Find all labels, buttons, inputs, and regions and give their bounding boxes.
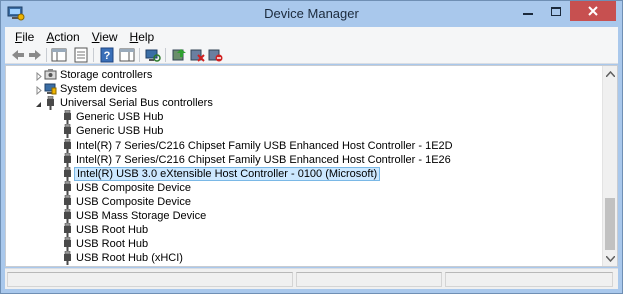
tree-item-label: Intel(R) 7 Series/C216 Chipset Family US…: [76, 139, 453, 152]
tree-device-row[interactable]: Intel(R) 7 Series/C216 Chipset Family US…: [6, 152, 602, 167]
tree-item-label: USB Mass Storage Device: [76, 210, 207, 222]
uninstall-device-icon[interactable]: [189, 47, 205, 63]
disable-device-icon[interactable]: [207, 47, 223, 63]
usb-icon: [61, 166, 74, 181]
device-tree-pane[interactable]: Storage controllers System devices Univers…: [5, 65, 618, 267]
expand-triangle-icon[interactable]: [34, 70, 43, 82]
tree-item-label: USB Composite Device: [76, 195, 191, 208]
expand-triangle-icon[interactable]: [34, 84, 43, 96]
tree-item-label: Generic USB Hub: [76, 111, 164, 124]
scroll-up-button[interactable]: [603, 66, 617, 81]
menu-action[interactable]: Action: [40, 30, 85, 44]
storage-controller-icon: [44, 68, 57, 82]
menu-file-label: ile: [22, 29, 35, 44]
usb-icon: [61, 194, 74, 209]
chevron-down-icon: [606, 255, 615, 262]
minimize-icon: [523, 13, 533, 15]
tree-item-label: USB Root Hub (xHCI): [76, 252, 183, 265]
usb-icon: [61, 222, 74, 238]
menu-help-accelerator: H: [129, 29, 139, 44]
menu-help[interactable]: Help: [124, 30, 161, 44]
status-section: [445, 272, 613, 287]
menu-file[interactable]: File: [9, 30, 40, 44]
svg-text:?: ?: [104, 50, 111, 62]
tree-device-row[interactable]: USB Composite Device: [6, 194, 602, 209]
scroll-down-button[interactable]: [603, 251, 617, 266]
tree-device-row[interactable]: Generic USB Hub: [6, 124, 602, 139]
maximize-button[interactable]: [542, 1, 570, 21]
menu-action-label: ction: [54, 29, 80, 44]
usb-icon: [61, 124, 74, 139]
menu-help-label: elp: [138, 29, 155, 44]
usb-icon: [61, 236, 74, 252]
minimize-button[interactable]: [514, 1, 542, 21]
tree-device-row[interactable]: Generic USB Hub: [6, 109, 602, 125]
menu-view-accelerator: V: [91, 29, 100, 44]
status-section: [7, 272, 293, 287]
tree-item-label: USB Root Hub: [76, 224, 149, 237]
tree-device-row[interactable]: Intel(R) USB 3.0 eXtensible Host Control…: [6, 166, 602, 181]
close-icon: [588, 6, 598, 16]
tree-device-row[interactable]: USB Root Hub (xHCI): [6, 250, 602, 266]
tree-category-row[interactable]: Storage controllers: [6, 68, 602, 82]
usb-icon: [61, 250, 74, 266]
tree-item-label: Generic USB Hub: [76, 125, 164, 138]
show-hide-console-tree-icon[interactable]: [51, 47, 67, 63]
menu-view[interactable]: View: [86, 30, 124, 44]
scan-hardware-changes-icon[interactable]: [145, 47, 161, 63]
tree-device-row[interactable]: USB Mass Storage Device: [6, 208, 602, 223]
tree-item-label: Intel(R) 7 Series/C216 Chipset Family US…: [76, 153, 451, 166]
usb-icon: [61, 138, 74, 153]
status-section: [296, 272, 442, 287]
usb-icon: [61, 152, 74, 167]
toolbar-separator: [139, 48, 140, 62]
tree-device-row[interactable]: USB Root Hub: [6, 236, 602, 252]
update-driver-icon[interactable]: [171, 47, 187, 63]
vertical-scrollbar[interactable]: [602, 66, 617, 266]
menu-view-label: iew: [99, 29, 118, 44]
tree-item-label: System devices: [60, 83, 138, 96]
scrollbar-thumb[interactable]: [605, 198, 615, 250]
usb-icon: [61, 208, 74, 223]
device-manager-window: Device Manager File Action View Help ? S…: [0, 0, 623, 294]
tree-category-row[interactable]: Universal Serial Bus controllers: [6, 95, 602, 111]
maximize-icon: [551, 6, 561, 16]
close-button[interactable]: [570, 1, 616, 21]
system-devices-icon: [44, 82, 57, 96]
toolbar-separator: [46, 48, 47, 62]
menu-bar: File Action View Help: [5, 27, 618, 46]
status-bar: [5, 268, 618, 289]
usb-icon: [44, 95, 57, 111]
toolbar: ?: [5, 46, 618, 64]
tree-item-label: Universal Serial Bus controllers: [60, 97, 213, 110]
chevron-up-icon: [606, 70, 615, 77]
tree-category-row[interactable]: System devices: [6, 82, 602, 96]
usb-icon: [61, 180, 74, 195]
tree-item-label: Intel(R) USB 3.0 eXtensible Host Control…: [74, 166, 381, 181]
toolbar-separator: [93, 48, 94, 62]
usb-icon: [61, 109, 74, 125]
show-hide-action-pane-icon[interactable]: [119, 47, 135, 63]
device-tree: Storage controllers System devices Univers…: [6, 66, 602, 266]
properties-icon[interactable]: [73, 47, 89, 63]
back-arrow-icon[interactable]: [10, 47, 26, 63]
help-icon[interactable]: ?: [99, 47, 115, 63]
tree-item-label: Storage controllers: [60, 69, 153, 81]
tree-item-label: USB Composite Device: [76, 181, 191, 194]
tree-device-row[interactable]: Intel(R) 7 Series/C216 Chipset Family US…: [6, 138, 602, 153]
forward-arrow-icon[interactable]: [27, 47, 43, 63]
tree-device-row[interactable]: USB Root Hub: [6, 222, 602, 238]
tree-device-row[interactable]: USB Composite Device: [6, 180, 602, 195]
collapse-triangle-icon[interactable]: [34, 98, 43, 108]
tree-item-label: USB Root Hub: [76, 238, 149, 251]
title-bar[interactable]: Device Manager: [1, 1, 622, 27]
toolbar-separator: [165, 48, 166, 62]
